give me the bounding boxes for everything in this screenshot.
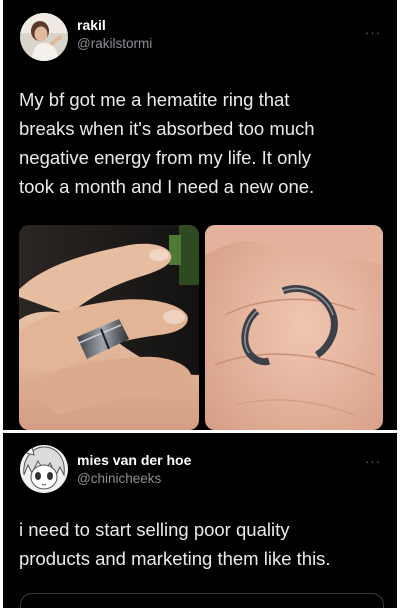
quoted-tweet-frame[interactable]: [20, 593, 384, 608]
user-handle[interactable]: @chinicheeks: [77, 471, 161, 486]
more-options-icon[interactable]: ···: [365, 455, 381, 468]
tweet-text-line: negative energy from my life. It only: [19, 147, 312, 168]
tweet-media-image[interactable]: [19, 225, 199, 430]
tweet-text-line: breaks when it's absorbed too much: [19, 118, 315, 139]
tweet-card[interactable]: mies van der hoe @chinicheeks ··· i need…: [3, 433, 397, 608]
anime-avatar-icon: [20, 445, 68, 493]
broken-ring-in-palm-photo-icon: [205, 225, 383, 430]
tweet-media-image[interactable]: [205, 225, 383, 430]
tweet-text-line: My bf got me a hematite ring that: [19, 89, 290, 110]
tweet-text: My bf got me a hematite ring that breaks…: [19, 85, 389, 201]
more-options-icon[interactable]: ···: [365, 26, 381, 39]
user-handle[interactable]: @rakilstormi: [77, 36, 152, 51]
user-avatar[interactable]: [20, 445, 68, 493]
display-name[interactable]: mies van der hoe: [77, 452, 191, 468]
user-avatar[interactable]: [20, 13, 68, 61]
hand-with-ring-photo-icon: [19, 225, 199, 430]
tweet-text-line: i need to start selling poor quality: [19, 519, 290, 540]
tweet-text-line: products and marketing them like this.: [19, 548, 331, 569]
tweet-card[interactable]: rakil @rakilstormi ··· My bf got me a he…: [3, 0, 397, 430]
user-photo-avatar-icon: [20, 13, 68, 61]
tweet-text: i need to start selling poor quality pro…: [19, 515, 391, 573]
display-name[interactable]: rakil: [77, 17, 106, 33]
tweet-text-line: took a month and I need a new one.: [19, 176, 315, 197]
